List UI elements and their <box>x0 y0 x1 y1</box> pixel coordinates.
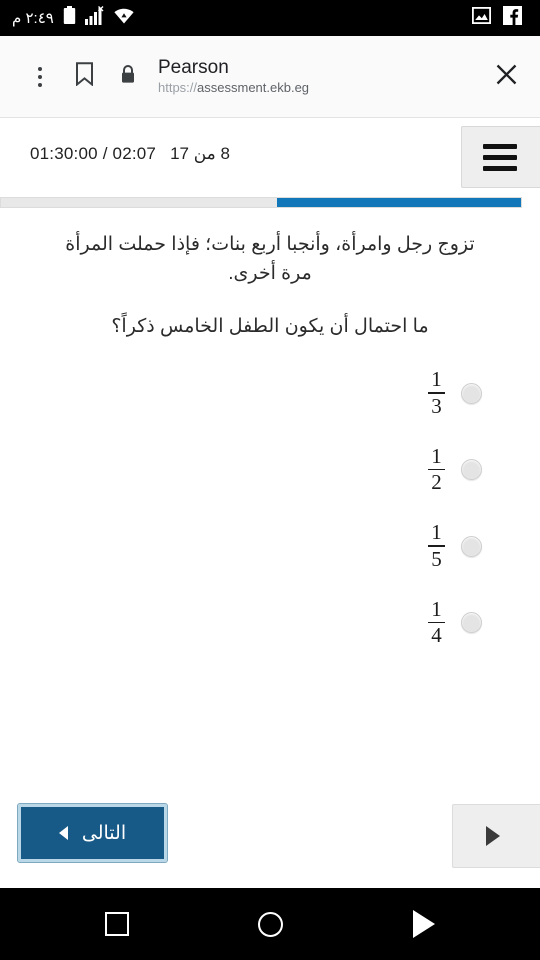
status-bar-left-group: ٢:٤٩ م <box>12 6 134 30</box>
fraction-numerator: 1 <box>431 596 442 621</box>
next-question-button[interactable]: التالى <box>17 803 168 863</box>
overflow-menu-button[interactable] <box>18 55 62 99</box>
circle-home-icon[interactable] <box>258 911 284 937</box>
lock-icon <box>120 64 136 89</box>
timer-and-counter: 01:30:00 / 02:07 8 من 17 <box>30 144 230 164</box>
option-fraction-2: 12 <box>428 443 445 495</box>
hamburger-menu-icon-bar-1 <box>483 143 517 149</box>
page-title: Pearson <box>158 57 229 79</box>
bookmark-icon <box>75 62 94 91</box>
question-area: تزوج رجل وامرأة، وأنجبا أربع بنات؛ فإذا … <box>0 214 540 792</box>
url-scheme: https:// <box>158 80 198 95</box>
browser-toolbar: Pearson https://assessment.ekb.eg <box>0 36 540 118</box>
browser-title-block: Pearson https://assessment.ekb.eg <box>158 57 486 96</box>
question-stem: تزوج رجل وامرأة، وأنجبا أربع بنات؛ فإذا … <box>65 234 475 285</box>
facebook-icon <box>503 6 522 30</box>
radio-button-option-1[interactable] <box>461 382 482 404</box>
fraction-numerator: 1 <box>431 520 442 545</box>
question-counter: 8 من 17 <box>170 144 230 163</box>
close-icon <box>495 63 518 91</box>
answer-option-2[interactable]: 12 <box>24 443 514 495</box>
radio-button-option-3[interactable] <box>461 535 482 557</box>
assessment-header: 01:30:00 / 02:07 8 من 17 <box>0 118 540 190</box>
bookmark-button[interactable] <box>62 55 106 99</box>
exam-timer: 01:30:00 / 02:07 <box>30 144 157 163</box>
hamburger-menu-icon-bar-3 <box>483 165 517 171</box>
next-button-label: التالى <box>81 822 127 844</box>
radio-button-option-2[interactable] <box>461 459 482 481</box>
site-security-button[interactable] <box>106 55 150 99</box>
progress-fill <box>276 197 521 207</box>
overflow-menu-icon <box>38 66 42 87</box>
answer-option-3[interactable]: 15 <box>24 522 514 570</box>
wifi-icon <box>114 8 134 29</box>
status-bar-right-group <box>471 6 528 30</box>
question-navigation: التالى <box>0 792 540 888</box>
android-navigation-bar <box>0 888 540 960</box>
fraction-numerator: 1 <box>431 367 442 392</box>
answer-option-1[interactable]: 13 <box>24 369 514 417</box>
close-tab-button[interactable] <box>486 57 526 97</box>
signal-bars-icon <box>84 6 105 30</box>
fraction-denominator: 4 <box>431 623 442 648</box>
page-url: https://assessment.ekb.eg <box>158 81 486 96</box>
progress-track <box>0 196 522 208</box>
fraction-denominator: 3 <box>431 393 442 418</box>
screenshot-icon <box>471 6 492 29</box>
fraction-numerator: 1 <box>431 443 442 468</box>
triangle-left-icon <box>58 826 68 840</box>
android-status-bar: ٢:٤٩ م <box>0 0 540 36</box>
battery-icon <box>63 6 76 30</box>
hamburger-menu-icon-bar-2 <box>483 154 517 160</box>
previous-question-button[interactable] <box>452 804 540 868</box>
radio-button-option-4[interactable] <box>461 612 482 634</box>
square-recents-icon[interactable] <box>104 912 129 936</box>
triangle-back-icon[interactable] <box>413 910 436 938</box>
fraction-denominator: 2 <box>431 470 442 495</box>
url-host: assessment.ekb.eg <box>197 80 310 95</box>
answer-options-list: 13121514 <box>24 369 516 646</box>
status-clock: ٢:٤٩ م <box>12 10 54 27</box>
answer-option-4[interactable]: 14 <box>24 596 514 648</box>
progress-bar-container <box>0 190 540 214</box>
option-fraction-1: 13 <box>428 369 445 417</box>
option-fraction-4: 14 <box>428 596 445 648</box>
phone-screen: ٢:٤٩ م Pearson https://assessment.ekb.eg… <box>0 0 540 960</box>
question-prompt: ما احتمال أن يكون الطفل الخامس ذكراً؟ <box>111 315 429 337</box>
fraction-denominator: 5 <box>431 546 442 571</box>
triangle-right-icon <box>485 826 500 846</box>
exam-menu-button[interactable] <box>461 126 540 188</box>
option-fraction-3: 15 <box>428 522 445 570</box>
